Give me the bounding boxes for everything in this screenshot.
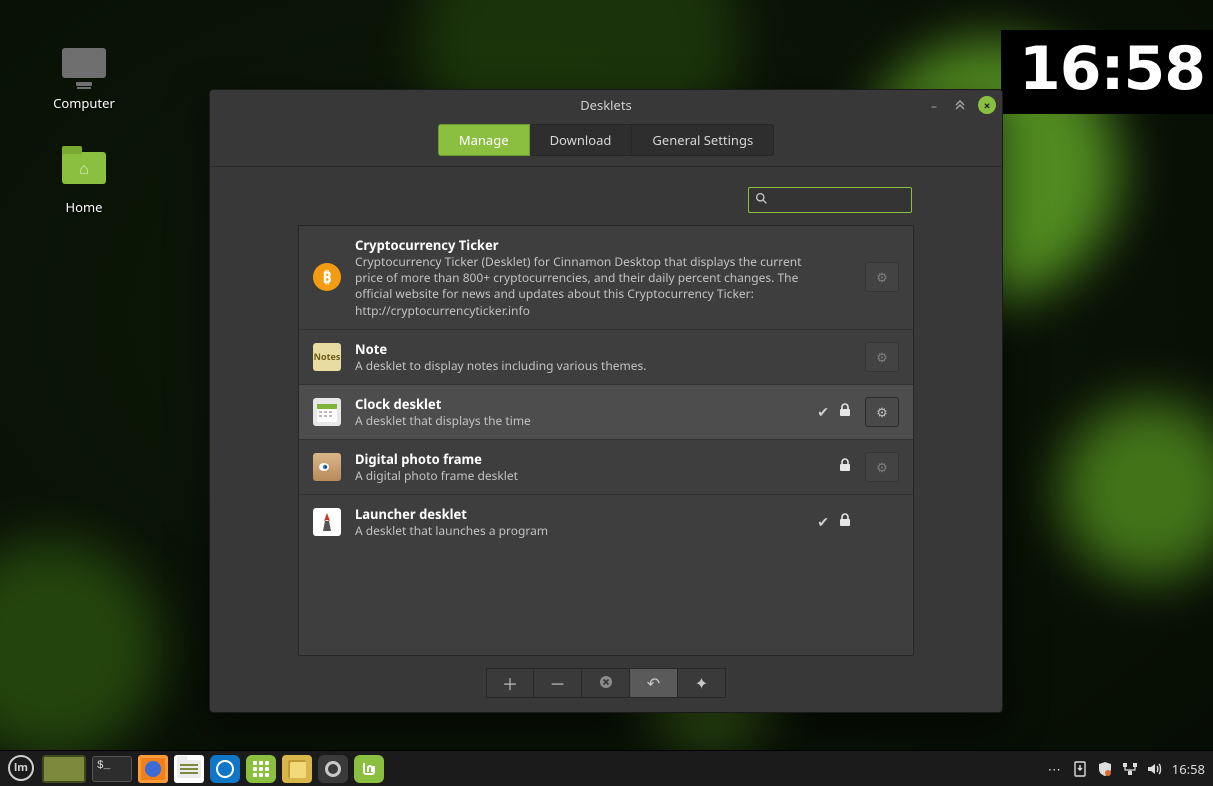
launcher-icon [313, 508, 341, 536]
item-title: Launcher desklet [355, 505, 797, 523]
gear-icon: ⚙ [876, 458, 888, 476]
gear-icon: ⚙ [876, 268, 888, 286]
check-icon: ✔ [817, 403, 829, 422]
lock-icon [839, 513, 851, 532]
tabs: Manage Download General Settings [210, 120, 1002, 166]
delete-button[interactable] [582, 668, 630, 698]
taskbar-terminal[interactable]: $_ [92, 756, 132, 782]
menu-button[interactable]: lm [8, 755, 36, 783]
show-desktop-button[interactable] [42, 755, 86, 783]
titlebar[interactable]: Desklets – × [210, 90, 1002, 120]
settings-button[interactable]: ⚙ [865, 262, 899, 292]
item-desc: A desklet to display notes including var… [355, 358, 831, 374]
shield-icon[interactable] [1097, 761, 1113, 777]
item-desc: A desklet that displays the time [355, 413, 797, 429]
minus-icon: － [549, 671, 565, 695]
network-icon[interactable] [1122, 761, 1138, 777]
list-item[interactable]: Notes Note A desklet to display notes in… [299, 330, 913, 385]
taskbar-app-blue[interactable] [210, 755, 240, 783]
list-item[interactable]: ₿ Cryptocurrency Ticker Cryptocurrency T… [299, 226, 913, 330]
calendar-icon [313, 398, 341, 426]
taskbar-app-grid[interactable] [246, 755, 276, 783]
gear-icon: ⚙ [876, 403, 888, 421]
photo-icon [313, 453, 341, 481]
sparkle-icon: ✦ [695, 672, 708, 694]
bottom-toolbar: ＋ － ↶ ✦ [210, 656, 1002, 712]
item-desc: A desklet that launches a program [355, 523, 797, 539]
window-title: Desklets [580, 96, 632, 114]
item-title: Clock desklet [355, 395, 797, 413]
item-desc: Cryptocurrency Ticker (Desklet) for Cinn… [355, 254, 831, 319]
taskbar-mint-settings[interactable] [354, 755, 384, 783]
desklets-window: Desklets – × Manage Download General Set… [209, 89, 1003, 713]
settings-button[interactable]: ⚙ [865, 452, 899, 482]
desktop-icon-label: Computer [53, 94, 115, 112]
undo-icon: ↶ [647, 672, 660, 694]
check-icon: ✔ [817, 513, 829, 532]
lock-icon [839, 458, 851, 477]
desklet-list: ₿ Cryptocurrency Ticker Cryptocurrency T… [298, 225, 914, 656]
gear-icon: ⚙ [876, 348, 888, 366]
item-desc: A digital photo frame desklet [355, 468, 819, 484]
add-button[interactable]: ＋ [486, 668, 534, 698]
tab-download[interactable]: Download [530, 124, 633, 156]
taskbar-files[interactable] [174, 755, 204, 783]
settings-button[interactable]: ⚙ [865, 397, 899, 427]
remove-button[interactable]: － [534, 668, 582, 698]
notes-icon: Notes [313, 343, 341, 371]
list-item[interactable]: Digital photo frame A digital photo fram… [299, 440, 913, 495]
updates-icon[interactable] [1072, 761, 1088, 777]
item-title: Cryptocurrency Ticker [355, 236, 831, 254]
item-title: Note [355, 340, 831, 358]
more-button[interactable]: ✦ [678, 668, 726, 698]
item-title: Digital photo frame [355, 450, 819, 468]
search-icon [755, 191, 768, 209]
clock-desklet-time: 16:58 [1019, 34, 1205, 104]
tray-overflow-icon[interactable]: ⋯ [1048, 760, 1063, 778]
system-tray: ⋯ 16:58 [1048, 760, 1205, 778]
list-item[interactable]: Launcher desklet A desklet that launches… [299, 495, 913, 549]
bitcoin-icon: ₿ [313, 263, 341, 291]
search-field[interactable] [748, 187, 912, 213]
settings-button[interactable]: ⚙ [865, 342, 899, 372]
volume-icon[interactable] [1147, 761, 1163, 777]
taskbar-notes[interactable] [282, 755, 312, 783]
minimize-button[interactable]: – [926, 97, 942, 113]
tab-manage[interactable]: Manage [438, 124, 530, 156]
maximize-button[interactable] [952, 97, 968, 113]
desktop-icon-label: Home [66, 198, 103, 216]
desktop-icon-home[interactable]: Home [34, 148, 134, 216]
restore-button[interactable]: ↶ [630, 668, 678, 698]
taskbar-app-ring[interactable] [318, 755, 348, 783]
plus-icon: ＋ [502, 671, 518, 695]
list-item[interactable]: Clock desklet A desklet that displays th… [299, 385, 913, 440]
tab-general-settings[interactable]: General Settings [632, 124, 774, 156]
panel-clock[interactable]: 16:58 [1172, 760, 1205, 778]
taskbar: lm $_ ⋯ 16:58 [0, 750, 1213, 786]
lock-icon [839, 403, 851, 422]
close-button[interactable]: × [978, 96, 996, 114]
taskbar-firefox[interactable] [138, 755, 168, 783]
search-input[interactable] [780, 193, 956, 208]
clock-desklet[interactable]: 16:58 [1001, 30, 1213, 114]
cancel-icon [599, 672, 613, 694]
desktop-icon-computer[interactable]: Computer [34, 48, 134, 112]
